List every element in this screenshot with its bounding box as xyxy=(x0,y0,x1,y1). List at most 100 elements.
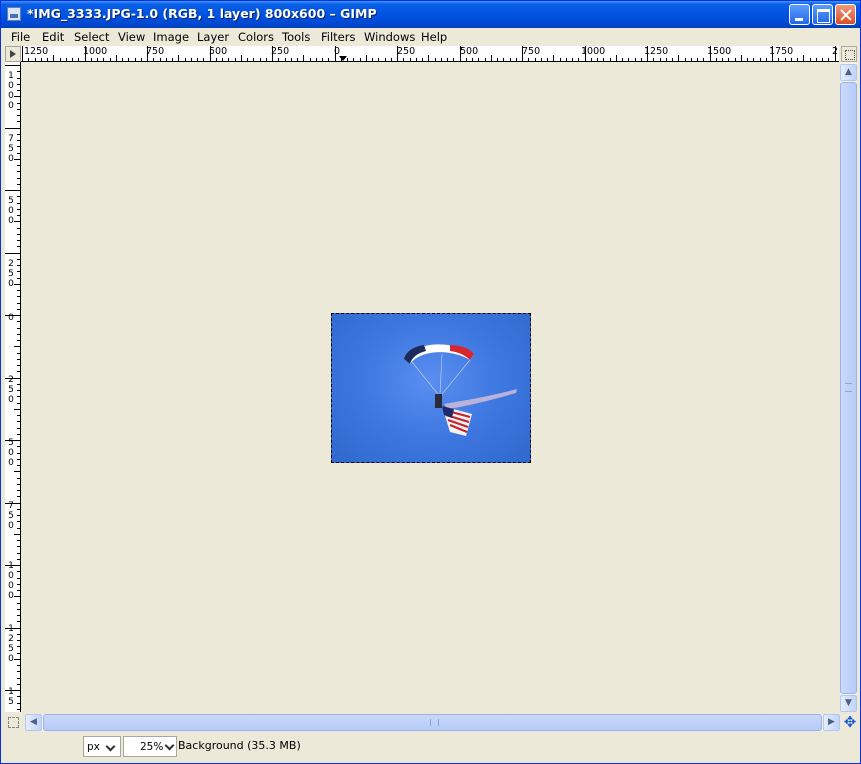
vruler-tick xyxy=(14,221,20,223)
vruler-tick xyxy=(17,396,20,398)
hruler-tick xyxy=(372,58,373,61)
hruler-tick xyxy=(103,58,105,61)
menu-filters[interactable]: Filters xyxy=(321,30,355,44)
close-button[interactable] xyxy=(835,4,856,25)
vruler-tick xyxy=(17,552,20,554)
hruler-tick xyxy=(453,58,455,61)
american-flag xyxy=(442,406,472,436)
scroll-right-button[interactable]: ▶ xyxy=(823,714,840,731)
vruler-tick xyxy=(17,208,20,210)
vruler-tick xyxy=(17,152,20,154)
hruler-tick xyxy=(597,58,598,61)
hruler-tick xyxy=(647,46,648,61)
hruler-tick xyxy=(790,58,792,61)
menu-windows[interactable]: Windows xyxy=(364,30,415,44)
hruler-tick xyxy=(809,58,811,61)
hruler-tick xyxy=(172,58,173,61)
vruler-tick xyxy=(17,415,20,416)
hruler-tick xyxy=(278,58,280,61)
hruler-tick xyxy=(615,55,617,61)
horizontal-scrollbar[interactable]: ◀ ▶ xyxy=(25,714,840,731)
menu-layer[interactable]: Layer xyxy=(197,30,229,44)
maximize-button[interactable] xyxy=(812,4,833,25)
vertical-scroll-thumb[interactable] xyxy=(840,82,857,694)
hruler-tick xyxy=(240,55,242,61)
hruler-tick xyxy=(734,58,736,61)
vruler-tick xyxy=(17,233,20,235)
vruler-tick xyxy=(17,102,20,104)
vruler-tick xyxy=(17,708,20,710)
menu-colors[interactable]: Colors xyxy=(238,30,274,44)
vruler-tick xyxy=(17,402,20,404)
hruler-tick xyxy=(634,58,636,61)
hruler-tick xyxy=(584,46,586,61)
vruler-tick xyxy=(17,540,20,541)
vruler-tick xyxy=(17,358,20,360)
move-arrows-icon[interactable]: ✥ xyxy=(842,713,858,731)
quick-mask-icon[interactable] xyxy=(5,713,21,731)
vruler-tick xyxy=(17,702,20,704)
vruler-tick xyxy=(17,365,20,366)
scroll-left-button[interactable]: ◀ xyxy=(25,714,42,731)
hruler-tick xyxy=(178,55,180,61)
hruler-tick xyxy=(690,58,692,61)
hruler-tick xyxy=(365,55,367,61)
image-canvas[interactable] xyxy=(21,62,839,712)
hruler-tick xyxy=(447,58,448,61)
title-bar[interactable]: *IMG_3333.JPG-1.0 (RGB, 1 layer) 800x600… xyxy=(1,1,860,28)
vruler-label: 1000 xyxy=(8,71,14,111)
hruler-tick xyxy=(428,55,430,61)
vruler-tick xyxy=(17,165,20,166)
hruler-tick xyxy=(672,58,673,61)
navigate-icon[interactable] xyxy=(841,46,857,62)
pointer-position-marker xyxy=(339,56,347,61)
vertical-scrollbar[interactable]: ▲ ▼ xyxy=(840,62,857,712)
hruler-tick xyxy=(640,58,642,61)
triangle-right-icon[interactable] xyxy=(5,46,21,62)
gimp-app-icon[interactable] xyxy=(7,7,21,21)
scroll-down-button[interactable]: ▼ xyxy=(840,695,857,712)
hruler-tick xyxy=(359,58,361,61)
hruler-tick xyxy=(497,58,498,61)
zoom-combo[interactable]: 25% xyxy=(123,736,177,757)
hruler-tick xyxy=(209,46,211,61)
horizontal-ruler[interactable]: 1250 1000 750 500 250 0 250 500 750 1000… xyxy=(21,46,839,62)
vruler-tick xyxy=(17,296,20,298)
menu-image[interactable]: Image xyxy=(153,30,189,44)
hruler-tick xyxy=(297,58,298,61)
vruler-tick xyxy=(17,202,20,204)
streamer xyxy=(444,389,517,409)
hruler-tick xyxy=(265,58,267,61)
menu-help[interactable]: Help xyxy=(421,30,447,44)
hruler-tick xyxy=(234,58,236,61)
vruler-tick xyxy=(14,408,20,410)
hruler-tick xyxy=(290,58,292,61)
vertical-ruler[interactable]: 1000 750 500 250 0 250 500 750 1000 1250… xyxy=(5,62,21,712)
hruler-tick xyxy=(415,58,417,61)
menu-file[interactable]: File xyxy=(11,30,30,44)
hruler-tick xyxy=(353,58,355,61)
menu-view[interactable]: View xyxy=(118,30,145,44)
hruler-tick xyxy=(740,55,742,61)
vruler-tick xyxy=(17,583,20,585)
vruler-tick xyxy=(17,271,20,273)
unit-select[interactable]: px xyxy=(83,736,121,757)
hruler-tick xyxy=(90,58,92,61)
horizontal-scroll-thumb[interactable] xyxy=(43,714,822,731)
vruler-tick xyxy=(5,65,20,66)
layer-status-text: Background (35.3 MB) xyxy=(178,739,301,752)
hruler-label: 1500 xyxy=(707,46,732,57)
vruler-tick xyxy=(17,577,20,579)
menu-edit[interactable]: Edit xyxy=(42,30,64,44)
vruler-tick xyxy=(17,333,20,335)
hruler-tick xyxy=(528,58,530,61)
scroll-up-button[interactable]: ▲ xyxy=(840,64,857,81)
menu-select[interactable]: Select xyxy=(74,30,109,44)
vruler-tick xyxy=(17,665,20,666)
hruler-tick xyxy=(778,58,780,61)
hruler-tick xyxy=(147,46,148,61)
vruler-tick xyxy=(5,627,20,629)
menu-tools[interactable]: Tools xyxy=(282,30,310,44)
minimize-button[interactable] xyxy=(789,4,810,25)
image-layer[interactable] xyxy=(331,313,531,463)
